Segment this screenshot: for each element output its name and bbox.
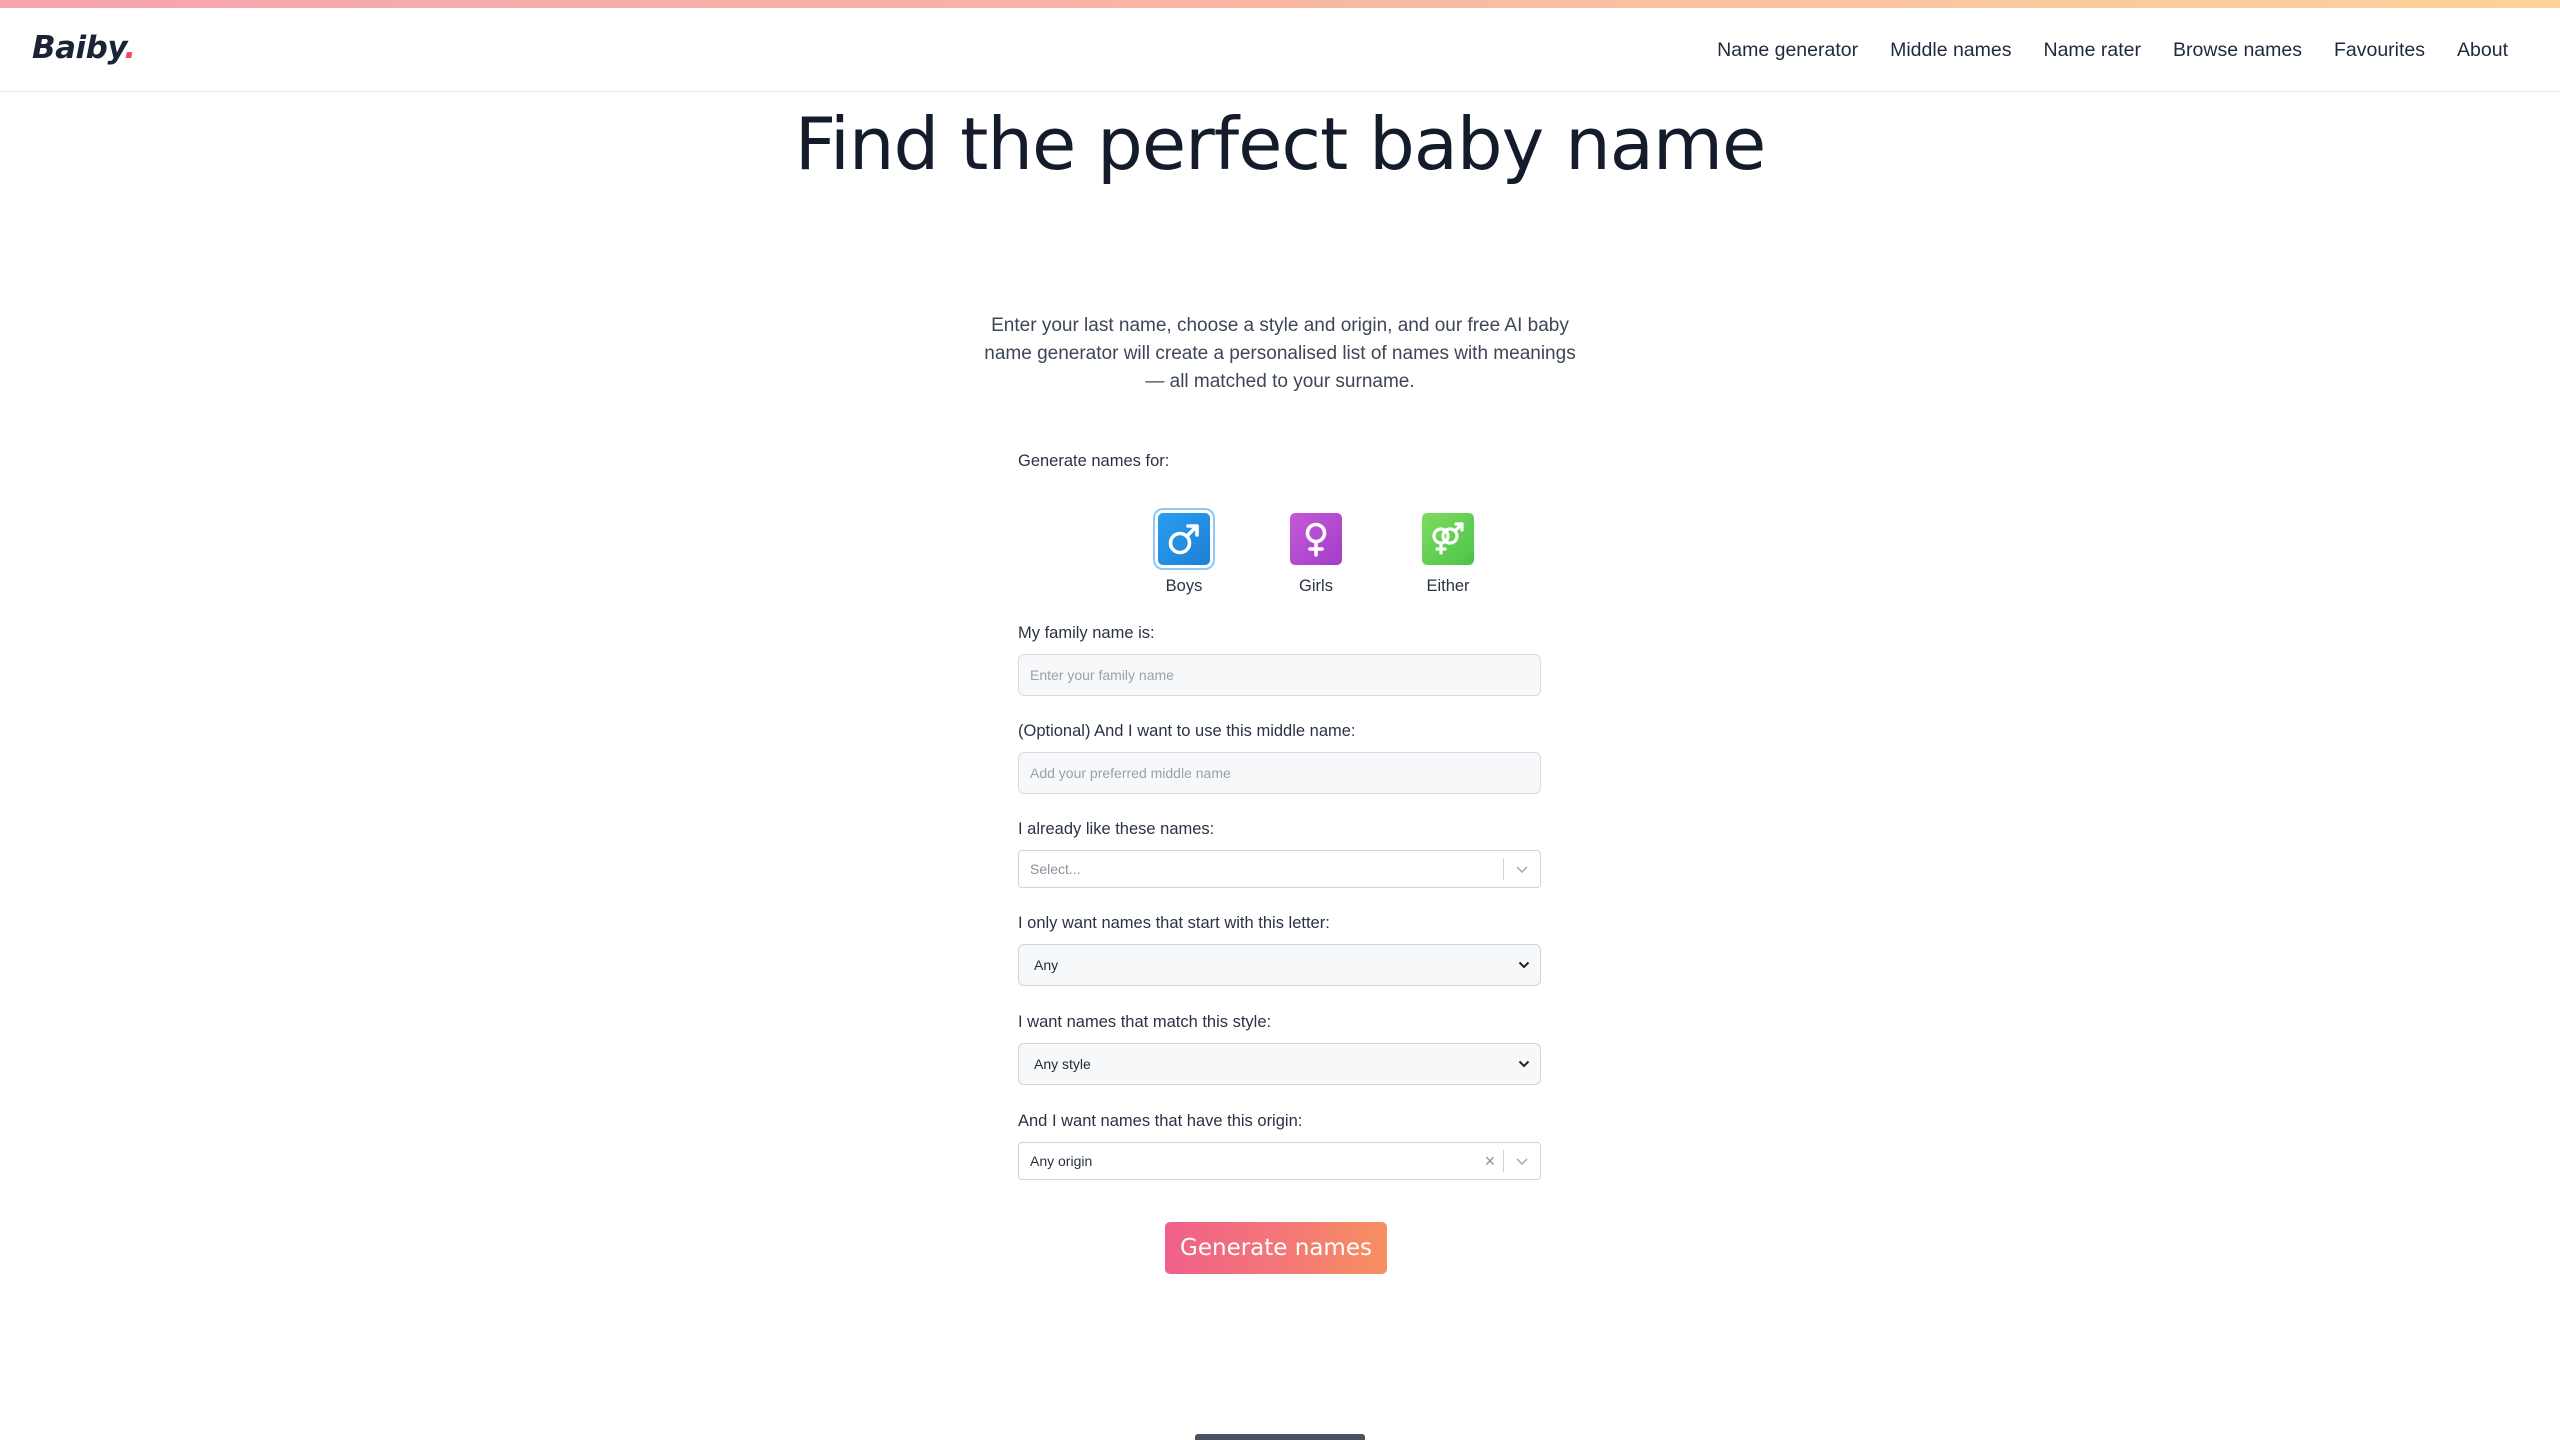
gender-selector: Boys Girls Either xyxy=(1118,513,1514,596)
origin-value: Any origin xyxy=(1030,1153,1093,1169)
chevron-down-icon xyxy=(1518,1057,1530,1071)
start-letter-field: I only want names that start with this l… xyxy=(1018,914,1541,986)
gender-option-either[interactable]: Either xyxy=(1382,513,1514,596)
nav-name-generator[interactable]: Name generator xyxy=(1717,39,1858,62)
gender-option-girls[interactable]: Girls xyxy=(1250,513,1382,596)
next-section-heading-peek xyxy=(1180,1428,1380,1440)
origin-label: And I want names that have this origin: xyxy=(1018,1112,1303,1130)
top-gradient-bar xyxy=(0,0,2560,8)
gender-label-girls: Girls xyxy=(1299,577,1333,595)
gender-label-boys: Boys xyxy=(1165,577,1203,595)
family-name-input[interactable]: Enter your family name xyxy=(1018,654,1541,696)
gender-option-boys[interactable]: Boys xyxy=(1118,513,1250,596)
start-letter-select[interactable]: Any xyxy=(1018,944,1541,986)
chevron-down-icon xyxy=(1518,958,1530,972)
liked-names-label: I already like these names: xyxy=(1018,820,1215,838)
liked-names-field: I already like these names: Select... xyxy=(1018,820,1541,888)
nav-name-rater[interactable]: Name rater xyxy=(2043,39,2141,62)
gender-label-either: Either xyxy=(1426,577,1470,595)
chevron-down-icon[interactable] xyxy=(1504,1157,1540,1166)
page-subtitle: Enter your last name, choose a style and… xyxy=(984,315,1576,392)
nav-browse-names[interactable]: Browse names xyxy=(2173,39,2302,62)
style-field: I want names that match this style: Any … xyxy=(1018,1013,1541,1085)
middle-name-input[interactable]: Add your preferred middle name xyxy=(1018,752,1541,794)
origin-select[interactable]: Any origin × xyxy=(1018,1142,1541,1180)
middle-name-field: (Optional) And I want to use this middle… xyxy=(1018,722,1541,794)
female-symbol-icon[interactable] xyxy=(1290,513,1342,565)
generate-names-button[interactable]: Generate names xyxy=(1165,1222,1387,1274)
middle-name-label: (Optional) And I want to use this middle… xyxy=(1018,722,1356,740)
liked-names-placeholder: Select... xyxy=(1030,861,1081,877)
generate-for-label: Generate names for: xyxy=(1018,452,1170,470)
page-title: Find the perfect baby name xyxy=(794,102,1767,186)
liked-names-select[interactable]: Select... xyxy=(1018,850,1541,888)
family-name-field: My family name is: Enter your family nam… xyxy=(1018,624,1541,696)
style-select[interactable]: Any style xyxy=(1018,1043,1541,1085)
male-female-symbol-icon[interactable] xyxy=(1422,513,1474,565)
start-letter-value: Any xyxy=(1034,957,1059,973)
start-letter-label: I only want names that start with this l… xyxy=(1018,914,1330,932)
nav-favourites[interactable]: Favourites xyxy=(2334,39,2425,62)
style-label: I want names that match this style: xyxy=(1018,1013,1272,1031)
main-nav: Name generator Middle names Name rater B… xyxy=(1717,8,2508,92)
style-value: Any style xyxy=(1034,1056,1091,1072)
nav-middle-names[interactable]: Middle names xyxy=(1890,39,2011,62)
clear-icon[interactable]: × xyxy=(1477,1151,1503,1172)
male-symbol-icon[interactable] xyxy=(1158,513,1210,565)
logo[interactable]: Baiby. xyxy=(32,30,136,66)
origin-field: And I want names that have this origin: … xyxy=(1018,1112,1541,1180)
site-header: Baiby. Name generator Middle names Name … xyxy=(0,8,2560,92)
chevron-down-icon[interactable] xyxy=(1504,865,1540,874)
nav-about[interactable]: About xyxy=(2457,39,2508,62)
family-name-label: My family name is: xyxy=(1018,624,1155,642)
